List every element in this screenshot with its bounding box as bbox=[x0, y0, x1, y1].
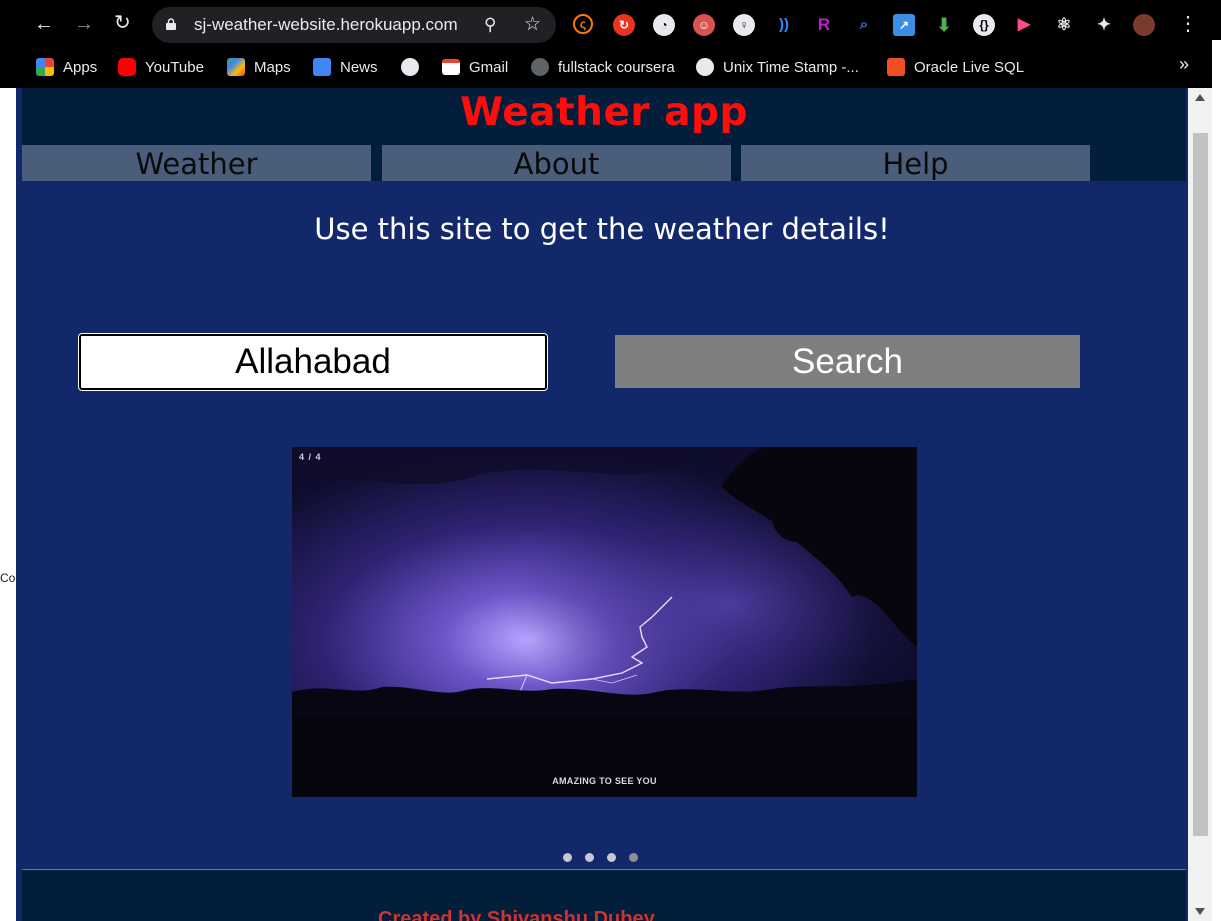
url-text: sj-weather-website.herokuapp.com bbox=[194, 15, 458, 34]
bookmark-unix-time-stamp[interactable]: Unix Time Stamp -... bbox=[696, 56, 859, 78]
browser-toolbar: ← → ↻ sj-weather-website.herokuapp.com ⚲… bbox=[0, 0, 1221, 88]
extension-wifi-icon[interactable]: )) bbox=[773, 14, 795, 36]
site-header: Weather app Weather About Help bbox=[22, 88, 1186, 181]
slide-caption: AMAZING TO SEE YOU bbox=[552, 776, 657, 786]
profile-avatar[interactable] bbox=[1133, 14, 1155, 36]
carousel-indicators bbox=[563, 853, 638, 863]
carousel-dot-1[interactable] bbox=[563, 853, 572, 862]
bookmark-label: Maps bbox=[254, 58, 291, 76]
extension-face-icon[interactable]: ☺ bbox=[693, 14, 715, 36]
extension-arrow-icon[interactable]: ↗ bbox=[893, 14, 915, 36]
extension-refresh-icon[interactable]: ↻ bbox=[613, 14, 635, 36]
lightning-storm-image bbox=[292, 447, 917, 797]
forward-icon[interactable]: → bbox=[74, 14, 94, 34]
bookmark-star-icon[interactable]: ☆ bbox=[524, 13, 541, 36]
slide-counter: 4 / 4 bbox=[299, 452, 322, 462]
bookmark-label: fullstack coursera bbox=[558, 58, 675, 76]
tagline: Use this site to get the weather details… bbox=[314, 212, 890, 246]
extension-search-icon[interactable]: ⌕ bbox=[853, 14, 875, 36]
search-button[interactable]: Search bbox=[615, 335, 1080, 388]
page-viewport: Weather app Weather About Help Use this … bbox=[16, 88, 1188, 921]
oracle-icon bbox=[887, 58, 905, 76]
bookmark-maps[interactable]: Maps bbox=[227, 56, 291, 78]
bookmarks-bar: Apps YouTube Maps News Gmail fullstack c… bbox=[0, 50, 1221, 82]
bookmarks-overflow-icon[interactable]: » bbox=[1179, 54, 1189, 75]
vertical-scrollbar[interactable] bbox=[1188, 88, 1212, 921]
scroll-thumb[interactable] bbox=[1193, 133, 1208, 836]
carousel-dot-3[interactable] bbox=[607, 853, 616, 862]
bookmark-apps[interactable]: Apps bbox=[36, 56, 97, 78]
extension-download-icon[interactable]: ⬇ bbox=[933, 14, 955, 36]
bookmark-gmail[interactable]: Gmail bbox=[442, 56, 508, 78]
bookmark-label: News bbox=[340, 58, 378, 76]
bookmark-globe[interactable] bbox=[401, 56, 419, 78]
apps-grid-icon bbox=[36, 58, 54, 76]
nav-weather[interactable]: Weather bbox=[22, 145, 371, 181]
lock-icon bbox=[166, 18, 176, 30]
city-search-input[interactable] bbox=[78, 333, 548, 391]
extension-jupyter-icon[interactable]: ς bbox=[573, 14, 593, 34]
bookmark-label: YouTube bbox=[145, 58, 204, 76]
footer-text: Created by Shivanshu Dubey bbox=[378, 908, 655, 921]
back-icon[interactable]: ← bbox=[34, 14, 54, 34]
background-window-left: Co bbox=[0, 88, 16, 921]
gmail-icon bbox=[442, 59, 460, 75]
carousel-dot-2[interactable] bbox=[585, 853, 594, 862]
carousel-dot-4[interactable] bbox=[629, 853, 638, 862]
extension-gauge-icon[interactable]: ◔ bbox=[653, 14, 675, 36]
zoom-icon[interactable]: ⚲ bbox=[484, 15, 496, 35]
bookmark-youtube[interactable]: YouTube bbox=[118, 56, 204, 78]
github-icon bbox=[531, 58, 549, 76]
address-bar[interactable]: sj-weather-website.herokuapp.com ⚲ ☆ bbox=[152, 7, 556, 43]
background-text-fragment: Co bbox=[0, 571, 16, 585]
site-footer: Created by Shivanshu Dubey bbox=[22, 869, 1186, 921]
bookmark-fullstack-coursera[interactable]: fullstack coursera bbox=[531, 56, 675, 78]
reload-icon[interactable]: ↻ bbox=[114, 13, 131, 33]
scroll-up-arrow-icon[interactable] bbox=[1195, 94, 1205, 101]
site-title: Weather app bbox=[460, 90, 748, 135]
extension-r-icon[interactable]: R bbox=[813, 14, 835, 36]
bookmark-label: Apps bbox=[63, 58, 98, 76]
background-window-right bbox=[1212, 40, 1221, 921]
maps-icon bbox=[227, 58, 245, 76]
nav-about[interactable]: About bbox=[382, 145, 731, 181]
bookmark-oracle-live-sql[interactable]: Oracle Live SQL bbox=[887, 56, 1024, 78]
extension-play-icon[interactable]: ▶ bbox=[1013, 14, 1035, 36]
extension-bulb-icon[interactable]: ♀ bbox=[733, 14, 755, 36]
globe-icon bbox=[401, 58, 419, 76]
menu-icon[interactable]: ⋮ bbox=[1178, 14, 1198, 34]
youtube-icon bbox=[118, 58, 136, 76]
nav-help[interactable]: Help bbox=[741, 145, 1090, 181]
bookmark-label: Unix Time Stamp -... bbox=[723, 58, 859, 76]
bookmark-label: Oracle Live SQL bbox=[914, 58, 1025, 76]
bookmark-label: Gmail bbox=[469, 58, 509, 76]
extension-react-icon[interactable]: ⚛ bbox=[1053, 14, 1075, 36]
extensions-puzzle-icon[interactable]: ✦ bbox=[1093, 14, 1115, 36]
google-news-icon bbox=[313, 58, 331, 76]
globe-icon bbox=[696, 58, 714, 76]
scroll-down-arrow-icon[interactable] bbox=[1195, 908, 1205, 915]
extension-braces-icon[interactable]: {} bbox=[973, 14, 995, 36]
image-carousel[interactable]: 4 / 4 AMAZING TO SEE YOU bbox=[292, 447, 917, 797]
bookmark-news[interactable]: News bbox=[313, 56, 378, 78]
